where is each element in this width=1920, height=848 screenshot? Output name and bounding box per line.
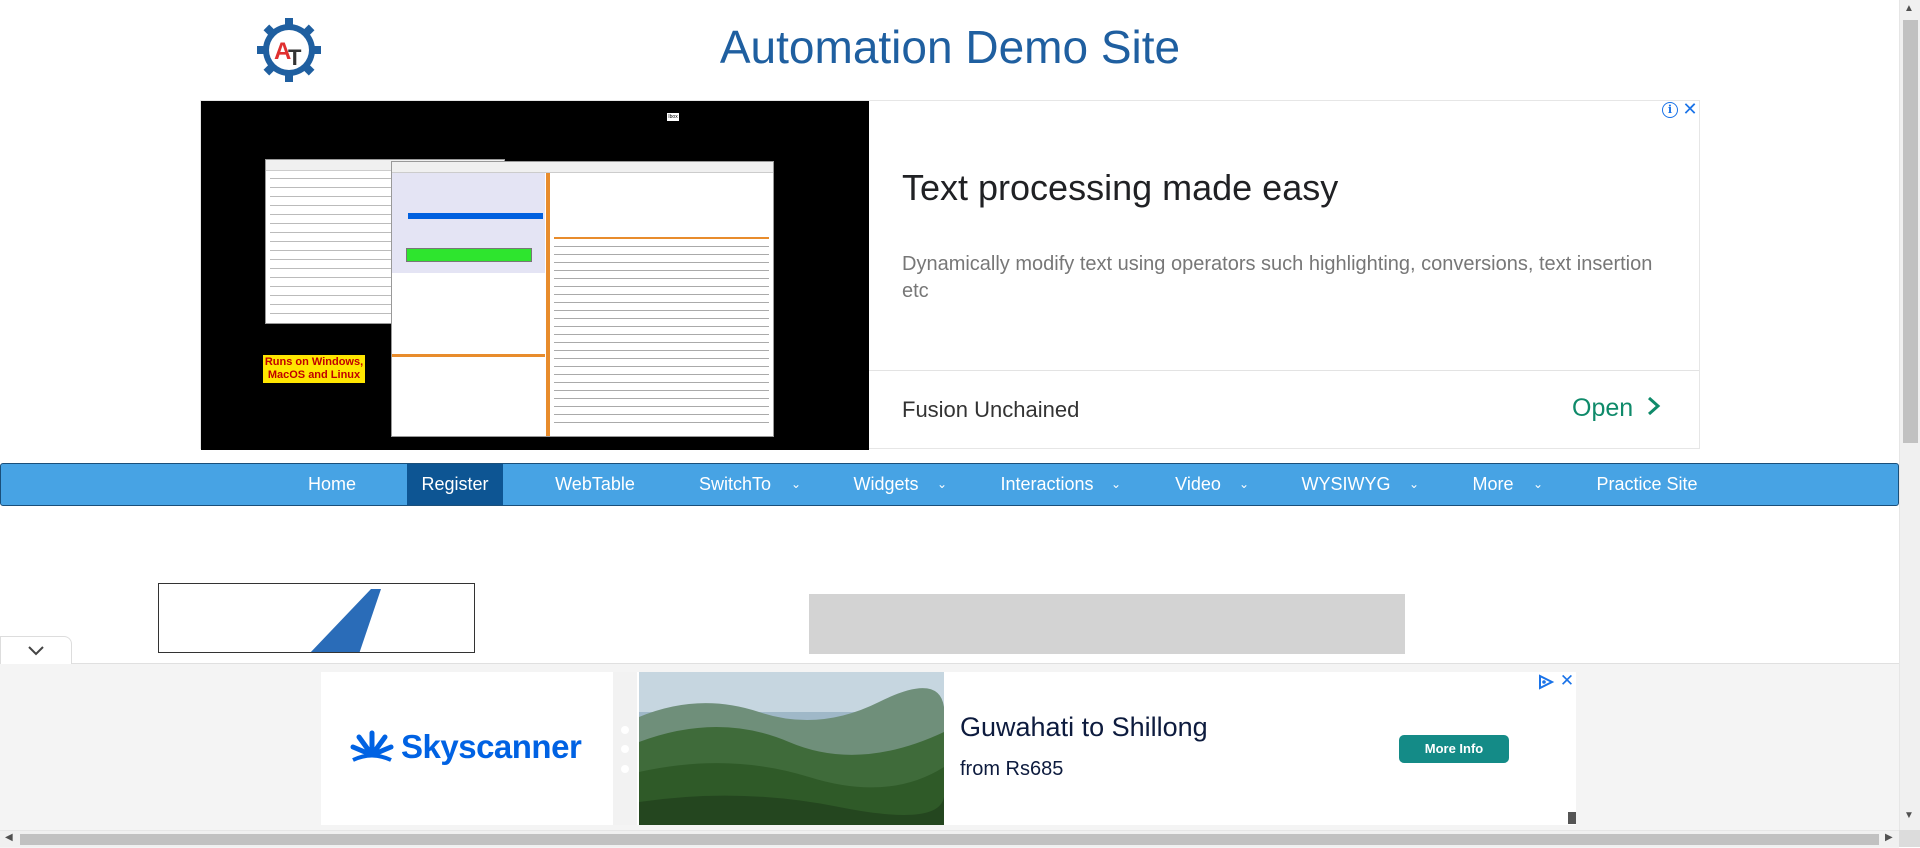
chevron-down-icon[interactable]: ⌄ — [1533, 464, 1543, 505]
ad-description[interactable]: Dynamically modify text using operators … — [902, 251, 1682, 305]
content-image — [158, 583, 475, 653]
site-title: Automation Demo Site — [719, 21, 1181, 73]
ad-route-title[interactable]: Guwahati to Shillong — [960, 712, 1208, 743]
ad-divider — [869, 370, 1699, 371]
site-logo[interactable]: A T — [255, 16, 323, 84]
adchoices-icon[interactable] — [1537, 674, 1555, 690]
more-info-button[interactable]: More Info — [1399, 735, 1509, 763]
carousel-dot[interactable] — [621, 765, 629, 773]
vertical-scroll-thumb[interactable] — [1903, 20, 1918, 443]
chevron-down-icon[interactable]: ⌄ — [1239, 464, 1249, 505]
scroll-left-arrow-icon[interactable]: ◀ — [5, 832, 13, 843]
screenshot-window-front — [391, 161, 774, 437]
nav-home[interactable]: Home — [291, 464, 373, 505]
skyscanner-logo[interactable]: Skyscanner — [321, 672, 614, 825]
resize-handle — [1568, 812, 1576, 824]
chevron-down-icon[interactable]: ⌄ — [1111, 464, 1121, 505]
nav-video[interactable]: Video — [1165, 464, 1231, 505]
ad-platform-badge: Runs on Windows, MacOS and Linux — [263, 355, 365, 383]
ad-video-mini-label: Ibox — [667, 113, 679, 121]
bottom-ad-banner[interactable]: Skyscanner Guwahati to Shillong from Rs6… — [321, 672, 1576, 825]
nav-interactions[interactable]: Interactions — [993, 464, 1101, 505]
ad-headline[interactable]: Text processing made easy — [902, 167, 1338, 209]
scroll-right-arrow-icon[interactable]: ▶ — [1885, 832, 1893, 843]
ad-price[interactable]: from Rs685 — [960, 758, 1063, 781]
horizontal-scrollbar[interactable]: ◀ ▶ — [0, 830, 1899, 847]
vertical-scrollbar[interactable]: ▲ ▼ — [1899, 0, 1920, 830]
close-icon[interactable]: ✕ — [1558, 672, 1576, 690]
carousel-dot[interactable] — [621, 745, 629, 753]
chevron-down-icon[interactable]: ⌄ — [1409, 464, 1419, 505]
scrollbar-corner — [1899, 830, 1920, 847]
scroll-down-arrow-icon[interactable]: ▼ — [1904, 810, 1914, 821]
main-nav: Home Register WebTable SwitchTo ⌄ Widget… — [0, 463, 1899, 506]
ad-open-button[interactable]: Open — [1572, 394, 1633, 423]
nav-widgets[interactable]: Widgets — [843, 464, 929, 505]
ad-advertiser[interactable]: Fusion Unchained — [902, 397, 1079, 423]
nav-register[interactable]: Register — [407, 464, 503, 505]
chevron-down-icon[interactable]: ⌄ — [937, 464, 947, 505]
skyscanner-brand: Skyscanner — [401, 728, 582, 765]
sunrise-icon — [349, 727, 395, 768]
scroll-up-arrow-icon[interactable]: ▲ — [1904, 3, 1914, 14]
ad-video-preview[interactable]: Ibox Runs on Windows, MacOS and Linux — [201, 101, 869, 450]
nav-webtable[interactable]: WebTable — [541, 464, 649, 505]
chevron-right-icon[interactable] — [1646, 392, 1662, 427]
nav-practice-site[interactable]: Practice Site — [1587, 464, 1707, 505]
horizontal-scroll-thumb[interactable] — [20, 834, 1879, 845]
top-ad-banner[interactable]: Ibox Runs on Windows, MacOS and Linux i … — [200, 100, 1700, 450]
content-placeholder — [809, 594, 1405, 654]
chevron-down-icon[interactable]: ⌄ — [791, 464, 801, 505]
info-icon[interactable]: i — [1662, 102, 1678, 118]
nav-switchto[interactable]: SwitchTo — [689, 464, 781, 505]
carousel-dot[interactable] — [621, 726, 629, 734]
nav-more[interactable]: More — [1463, 464, 1523, 505]
close-icon[interactable]: ✕ — [1681, 100, 1699, 118]
svg-text:T: T — [288, 45, 302, 70]
carousel-dots — [613, 672, 637, 825]
chevron-down-icon[interactable] — [0, 636, 72, 664]
ad-landscape-photo[interactable] — [639, 672, 944, 825]
nav-wysiwyg[interactable]: WYSIWYG — [1295, 464, 1397, 505]
